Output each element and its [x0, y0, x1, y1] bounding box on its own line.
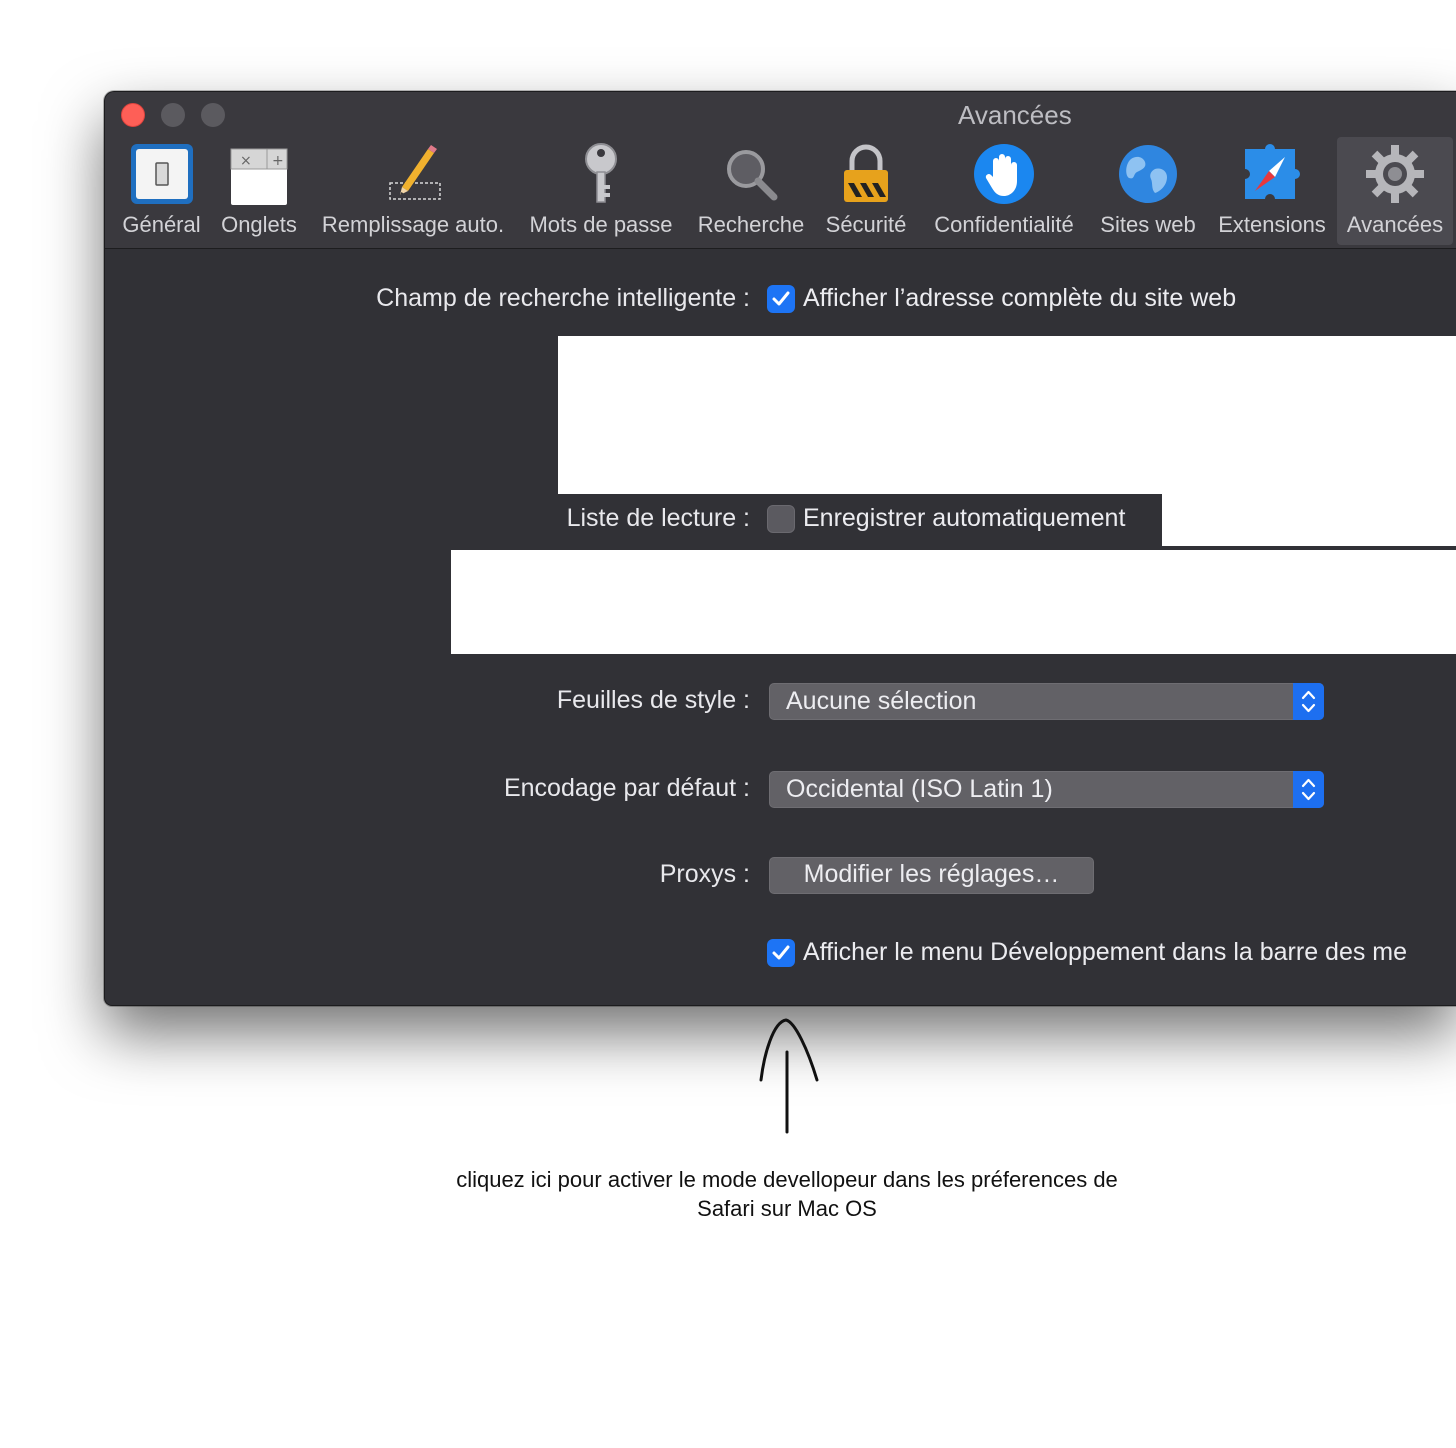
- window-title: Avancées: [958, 100, 1072, 130]
- svg-text:×: ×: [240, 153, 252, 169]
- globe-icon: [1119, 145, 1177, 203]
- tab-avancees[interactable]: Avancées: [1337, 137, 1453, 245]
- develop-menu-checkbox[interactable]: [767, 939, 795, 967]
- tab-securite[interactable]: Sécurité: [819, 137, 913, 245]
- develop-menu-option[interactable]: Afficher le menu Développement dans la b…: [803, 938, 1407, 967]
- checkmark-icon: [772, 291, 790, 306]
- checkmark-icon: [772, 945, 790, 960]
- tab-mots-de-passe[interactable]: Mots de passe: [523, 137, 679, 245]
- key-icon: [585, 143, 617, 203]
- stylesheet-label: Feuilles de style :: [556, 686, 750, 714]
- tab-label: Sites web: [1100, 212, 1196, 237]
- encoding-value: Occidental (ISO Latin 1): [786, 775, 1053, 803]
- stylesheet-select[interactable]: Aucune sélection: [769, 683, 1324, 720]
- redacted-area: [1162, 494, 1456, 546]
- gear-icon: [1366, 145, 1424, 203]
- reading-list-checkbox[interactable]: [767, 505, 795, 533]
- tab-label: Avancées: [1346, 212, 1444, 237]
- chevron-updown-icon: [1293, 683, 1324, 720]
- tab-label: Général: [122, 212, 201, 237]
- tab-label: Mots de passe: [529, 212, 673, 237]
- tab-remplissage[interactable]: Remplissage auto.: [313, 137, 513, 245]
- reading-list-label: Liste de lecture :: [566, 504, 750, 532]
- hand-icon: [974, 144, 1034, 204]
- arrow-up-icon: [759, 1018, 819, 1134]
- safari-preferences-window: Avancées Général × + Onglets Remplissage…: [104, 91, 1456, 1006]
- autofill-pencil-icon: [389, 145, 441, 200]
- smart-search-label: Champ de recherche intelligente :: [376, 284, 750, 312]
- magnifier-icon: [727, 150, 778, 201]
- smart-search-checkbox[interactable]: [767, 285, 795, 313]
- annotation-caption: cliquez ici pour activer le mode devello…: [380, 1165, 1194, 1223]
- tab-extensions[interactable]: Extensions: [1211, 137, 1333, 245]
- proxies-label: Proxys :: [659, 860, 750, 888]
- tab-onglets[interactable]: × + Onglets: [213, 137, 305, 245]
- tab-sites-web[interactable]: Sites web: [1093, 137, 1203, 245]
- zoom-window-button[interactable]: [201, 103, 225, 127]
- tab-label: Onglets: [221, 212, 297, 237]
- smart-search-option[interactable]: Afficher l’adresse complète du site web: [803, 284, 1236, 313]
- svg-text:+: +: [272, 153, 284, 169]
- tab-confidentialite[interactable]: Confidentialité: [923, 137, 1085, 245]
- encoding-label: Encodage par défaut :: [503, 774, 750, 802]
- reading-list-option[interactable]: Enregistrer automatiquement: [803, 504, 1125, 533]
- redacted-area: [451, 550, 1456, 654]
- tabs-icon: × +: [230, 148, 288, 205]
- tab-label: Recherche: [697, 212, 805, 237]
- close-window-button[interactable]: [121, 103, 145, 127]
- minimize-window-button[interactable]: [161, 103, 185, 127]
- chevron-updown-icon: [1293, 771, 1324, 808]
- stylesheet-value: Aucune sélection: [786, 687, 977, 715]
- annotation-line-2: Safari sur Mac OS: [697, 1196, 877, 1221]
- modify-proxies-button[interactable]: Modifier les réglages…: [769, 857, 1094, 894]
- general-switch-icon: [130, 144, 193, 204]
- tab-recherche[interactable]: Recherche: [693, 137, 809, 245]
- annotation-line-1: cliquez ici pour activer le mode devello…: [456, 1167, 1118, 1192]
- padlock-icon: [844, 144, 888, 202]
- encoding-select[interactable]: Occidental (ISO Latin 1): [769, 771, 1324, 808]
- tab-label: Remplissage auto.: [321, 212, 505, 237]
- tab-general[interactable]: Général: [115, 137, 208, 245]
- tab-label: Confidentialité: [934, 212, 1074, 237]
- puzzle-compass-icon: [1245, 144, 1300, 199]
- tab-label: Extensions: [1218, 212, 1326, 237]
- redacted-area: [558, 336, 1456, 494]
- tab-label: Sécurité: [825, 212, 907, 237]
- titlebar-toolbar: Avancées Général × + Onglets Remplissage…: [105, 92, 1456, 249]
